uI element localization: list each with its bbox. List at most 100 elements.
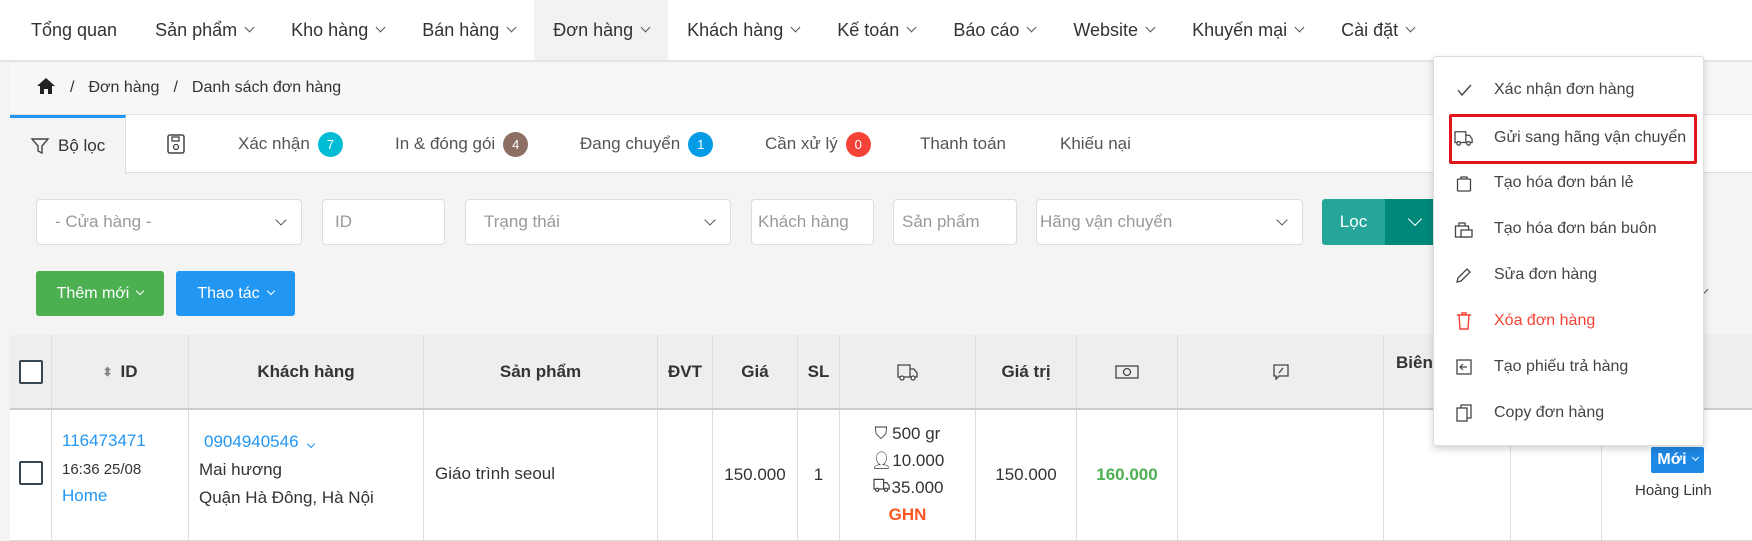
nav-cai-dat[interactable]: Cài đặt [1322, 0, 1433, 60]
row-checkbox[interactable] [19, 461, 43, 485]
menu-label: Tạo phiếu trả hàng [1494, 358, 1629, 375]
tab-payment[interactable]: Thanh toán [920, 115, 1006, 173]
nav-khach-hang[interactable]: Khách hàng [668, 0, 818, 60]
qty: 1 [813, 465, 824, 484]
value: 150.000 [995, 465, 1057, 484]
header-id[interactable]: ⬍ ID [52, 335, 189, 410]
tab-filter[interactable]: Bộ lọc [10, 115, 127, 174]
chevron-down-icon [306, 439, 315, 449]
ship-fee: 35.000 [891, 478, 944, 497]
ship-fee-line: 35.000 [872, 474, 944, 501]
id-input[interactable]: ID [322, 199, 445, 245]
order-source-link[interactable]: Home [62, 486, 107, 506]
tab-label: Khiếu nại [1060, 134, 1131, 153]
nav-khuyen-mai[interactable]: Khuyến mại [1173, 0, 1322, 60]
tab-print-pack[interactable]: In & đóng gói 4 [395, 115, 529, 173]
menu-edit-order[interactable]: Sửa đơn hàng [1434, 252, 1705, 298]
pencil-icon [1434, 266, 1494, 284]
menu-retail-invoice[interactable]: Tạo hóa đơn bán lẻ [1434, 160, 1705, 206]
nav-ke-toan[interactable]: Kế toán [818, 0, 934, 60]
header-note [1178, 335, 1384, 410]
tab-need-process[interactable]: Cần xử lý 0 [765, 115, 871, 173]
nav-bao-cao[interactable]: Báo cáo [934, 0, 1054, 60]
user-icon: 👤︎ [870, 451, 893, 470]
return-icon [1434, 359, 1494, 375]
select-value: Trạng thái [484, 212, 560, 231]
header-product: Sản phẩm [424, 335, 658, 410]
note-icon [1272, 363, 1289, 381]
header-shipping [840, 335, 976, 410]
status-dropdown[interactable]: Mới [1651, 447, 1704, 473]
customer-input[interactable]: Khách hàng [751, 199, 874, 245]
chevron-down-icon [506, 22, 517, 33]
chevron-down-icon [244, 22, 255, 33]
order-id-link[interactable]: 116473471 [62, 431, 146, 451]
bag-icon [1434, 174, 1494, 192]
filter-icon [30, 138, 50, 155]
placeholder: ID [335, 212, 352, 231]
customer-fee: 10.000 [892, 451, 945, 470]
tab-confirm[interactable]: Xác nhận 7 [238, 115, 343, 173]
breadcrumb-separator: / [173, 79, 178, 96]
customer-phone-link[interactable]: 0904940546 [204, 432, 315, 452]
nav-label: Website [1073, 19, 1139, 40]
header-label: Giá trị [1001, 361, 1051, 381]
highlight-box [1449, 114, 1697, 164]
status-label: Mới [1657, 451, 1687, 468]
chevron-down-icon [266, 286, 275, 296]
chevron-down-icon [375, 22, 386, 33]
breadcrumb-orders[interactable]: Đơn hàng [88, 79, 159, 97]
carrier-name: GHN [888, 505, 927, 524]
nav-don-hang[interactable]: Đơn hàng [534, 0, 669, 60]
nav-website[interactable]: Website [1054, 0, 1173, 60]
product-name: Giáo trình seoul [435, 464, 556, 483]
value-cell: 150.000 [976, 410, 1077, 541]
nav-label: Khuyến mại [1192, 19, 1288, 40]
add-new-button[interactable]: Thêm mới [36, 271, 164, 316]
tab-save[interactable] [166, 115, 186, 173]
button-label: Lọc [1339, 212, 1368, 231]
staff-name: Hoàng Linh [1635, 482, 1712, 499]
price: 150.000 [724, 465, 786, 484]
menu-label: Tạo hóa đơn bán lẻ [1494, 174, 1634, 191]
actions-button[interactable]: Thao tác [176, 271, 295, 316]
product-input[interactable]: Sản phẩm [893, 199, 1017, 245]
select-all-checkbox[interactable] [18, 359, 43, 384]
menu-return-slip[interactable]: Tạo phiếu trả hàng [1434, 344, 1705, 390]
nav-tong-quan[interactable]: Tổng quan [12, 0, 136, 60]
total-cell: 160.000 [1077, 410, 1178, 541]
menu-delete-order[interactable]: Xóa đơn hàng [1434, 298, 1705, 344]
header-label: Khách hàng [257, 361, 355, 381]
status-select[interactable]: Trạng thái [465, 199, 731, 245]
home-icon[interactable] [36, 77, 56, 100]
chevron-down-icon [1691, 453, 1699, 462]
qty-cell: 1 [798, 410, 840, 541]
money-icon [1115, 364, 1139, 379]
chevron-down-icon [1145, 22, 1156, 33]
nav-kho-hang[interactable]: Kho hàng [272, 0, 403, 60]
chevron-down-icon [1294, 22, 1305, 33]
filter-button[interactable]: Lọc [1322, 199, 1385, 245]
customer-name: Mai hương [199, 460, 283, 479]
menu-confirm-order[interactable]: Xác nhận đơn hàng [1434, 67, 1705, 113]
header-label: Biên [1396, 353, 1433, 372]
nav-san-pham[interactable]: Sản phẩm [136, 0, 272, 60]
menu-label: Copy đơn hàng [1494, 404, 1605, 421]
phone: 0904940546 [204, 432, 299, 451]
tab-shipping[interactable]: Đang chuyển 1 [580, 115, 714, 173]
select-value: - Cửa hàng - [55, 212, 152, 231]
check-icon [1434, 83, 1494, 97]
count-badge: 0 [845, 131, 871, 157]
tab-label: Thanh toán [920, 134, 1007, 153]
menu-label: Sửa đơn hàng [1494, 266, 1598, 283]
chevron-down-icon [1026, 22, 1037, 33]
menu-wholesale-invoice[interactable]: Tạo hóa đơn bán buôn [1434, 206, 1705, 252]
menu-copy-order[interactable]: Copy đơn hàng [1434, 390, 1705, 436]
carrier-select[interactable]: Hãng vận chuyển [1036, 199, 1303, 245]
count-badge: 1 [688, 131, 714, 157]
unit-cell [658, 410, 713, 541]
nav-ban-hang[interactable]: Bán hàng [403, 0, 534, 60]
tab-complaint[interactable]: Khiếu nại [1060, 115, 1131, 173]
header-unit: ĐVT [658, 335, 713, 410]
store-select[interactable]: - Cửa hàng - [36, 199, 302, 245]
